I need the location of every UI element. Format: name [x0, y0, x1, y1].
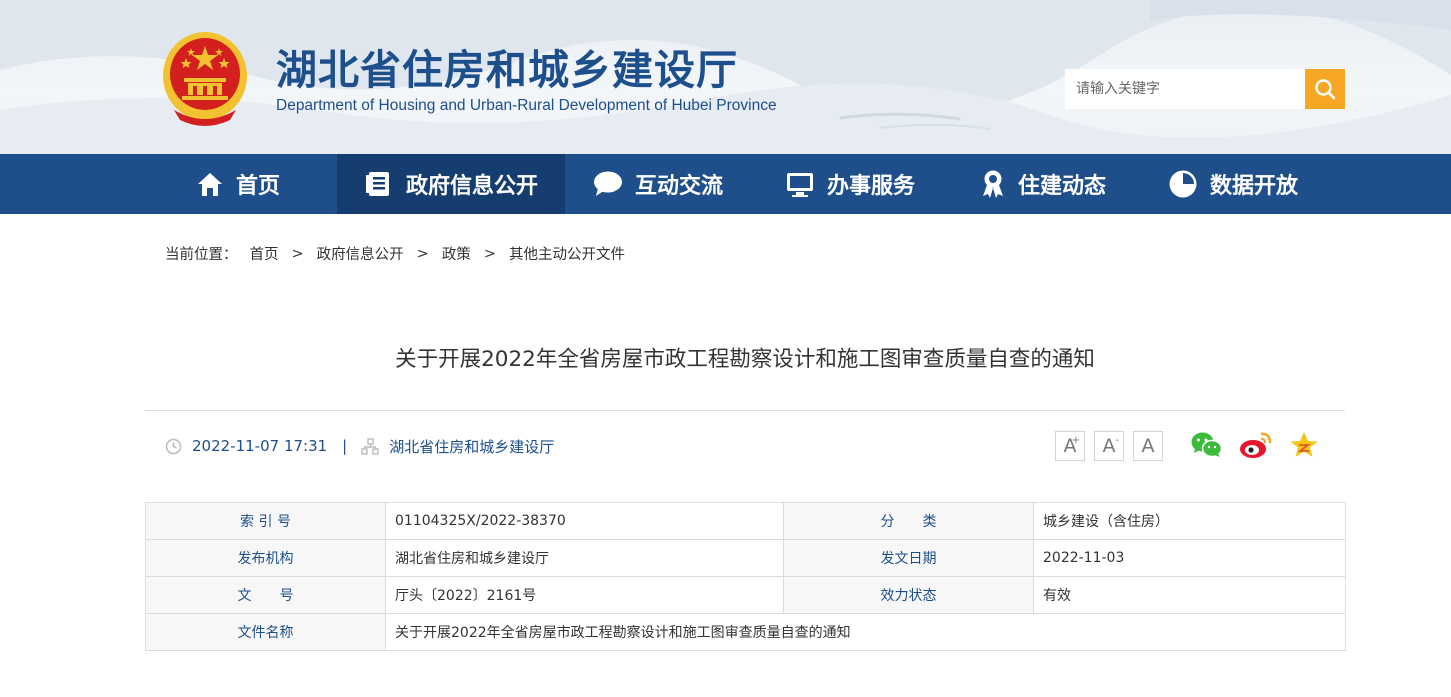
nav-label: 互动交流	[635, 174, 724, 199]
search-box	[1065, 69, 1345, 109]
value-issuing-agency: 湖北省住房和城乡建设厅	[385, 539, 784, 577]
font-size-controls: A + A- A	[1055, 431, 1163, 461]
nav-label: 首页	[236, 174, 281, 199]
monitor-icon	[785, 170, 815, 198]
wechat-icon[interactable]	[1190, 430, 1223, 460]
font-decrease-button[interactable]: A-	[1094, 431, 1124, 461]
chat-bubble-icon	[593, 170, 623, 198]
label-issuing-agency: 发布机构	[145, 539, 386, 577]
site-header: 湖北省住房和城乡建设厅 Department of Housing and Ur…	[0, 0, 1451, 154]
nav-item-gov-info[interactable]: 政府信息公开	[337, 154, 565, 214]
pie-chart-icon	[1168, 169, 1198, 199]
clock-icon	[165, 438, 182, 455]
publisher-source: 湖北省住房和城乡建设厅	[389, 437, 555, 456]
document-list-icon	[364, 169, 394, 199]
nav-item-news[interactable]: 住建动态	[980, 154, 1106, 214]
breadcrumb-separator: >	[483, 245, 496, 262]
nav-item-open-data[interactable]: 数据开放	[1168, 154, 1298, 214]
value-document-name: 关于开展2022年全省房屋市政工程勘察设计和施工图审查质量自查的通知	[385, 613, 1346, 651]
award-ribbon-icon	[980, 169, 1006, 199]
search-button[interactable]	[1305, 69, 1345, 109]
breadcrumb-separator: >	[291, 245, 304, 262]
nav-item-services[interactable]: 办事服务	[785, 154, 915, 214]
label-issue-date: 发文日期	[783, 539, 1034, 577]
article-meta: 2022-11-07 17:31 | 湖北省住房和城乡建设厅	[165, 434, 554, 458]
value-validity-status: 有效	[1033, 576, 1346, 614]
meta-divider: |	[342, 437, 348, 455]
breadcrumb-prefix: 当前位置：	[165, 247, 238, 263]
organization-icon	[361, 437, 379, 455]
table-row: 文件名称 关于开展2022年全省房屋市政工程勘察设计和施工图审查质量自查的通知	[145, 613, 1346, 651]
nav-item-interaction[interactable]: 互动交流	[593, 154, 723, 214]
table-row: 索 引 号 01104325X/2022-38370 分 类 城乡建设（含住房）	[145, 502, 1346, 540]
breadcrumb-link-gov-info[interactable]: 政府信息公开	[317, 243, 404, 264]
table-row: 文 号 厅头〔2022〕2161号 效力状态 有效	[145, 576, 1346, 614]
title-divider	[145, 410, 1345, 411]
breadcrumb-link-policy[interactable]: 政策	[442, 243, 471, 264]
label-document-name: 文件名称	[145, 613, 386, 651]
nav-label: 数据开放	[1210, 174, 1299, 199]
label-index-number: 索 引 号	[145, 502, 386, 540]
table-row: 发布机构 湖北省住房和城乡建设厅 发文日期 2022-11-03	[145, 539, 1346, 577]
national-emblem-logo[interactable]	[160, 28, 250, 126]
weibo-icon[interactable]	[1239, 430, 1273, 460]
home-icon	[196, 170, 224, 198]
breadcrumb-separator: >	[416, 245, 429, 262]
nav-label: 住建动态	[1018, 174, 1107, 199]
article-title: 关于开展2022年全省房屋市政工程勘察设计和施工图审查质量自查的通知	[395, 347, 1095, 372]
breadcrumb-link-home[interactable]: 首页	[250, 243, 279, 264]
document-info-table: 索 引 号 01104325X/2022-38370 分 类 城乡建设（含住房）…	[145, 502, 1346, 651]
search-input[interactable]	[1065, 69, 1305, 109]
site-subtitle: Department of Housing and Urban-Rural De…	[276, 97, 777, 114]
favorite-star-icon[interactable]	[1289, 430, 1319, 460]
font-increase-button[interactable]: A +	[1055, 431, 1085, 461]
value-document-number: 厅头〔2022〕2161号	[385, 576, 784, 614]
site-title: 湖北省住房和城乡建设厅	[276, 46, 738, 94]
label-validity-status: 效力状态	[783, 576, 1034, 614]
search-icon	[1315, 79, 1336, 100]
breadcrumb: 当前位置： 首页 > 政府信息公开 > 政策 > 其他主动公开文件	[165, 243, 625, 264]
publish-datetime: 2022-11-07 17:31	[192, 437, 328, 455]
nav-label: 办事服务	[827, 174, 916, 199]
value-category: 城乡建设（含住房）	[1033, 502, 1346, 540]
nav-item-home[interactable]: 首页	[196, 154, 280, 214]
label-document-number: 文 号	[145, 576, 386, 614]
breadcrumb-link-other-files[interactable]: 其他主动公开文件	[509, 243, 625, 264]
nav-label: 政府信息公开	[405, 174, 538, 199]
main-nav: 首页 政府信息公开 互动交流 办事服务 住建动态 数据开放	[0, 154, 1451, 214]
label-category: 分 类	[783, 502, 1034, 540]
value-index-number: 01104325X/2022-38370	[385, 502, 784, 540]
font-reset-button[interactable]: A	[1133, 431, 1163, 461]
share-bar	[1190, 430, 1319, 460]
value-issue-date: 2022-11-03	[1033, 539, 1346, 577]
